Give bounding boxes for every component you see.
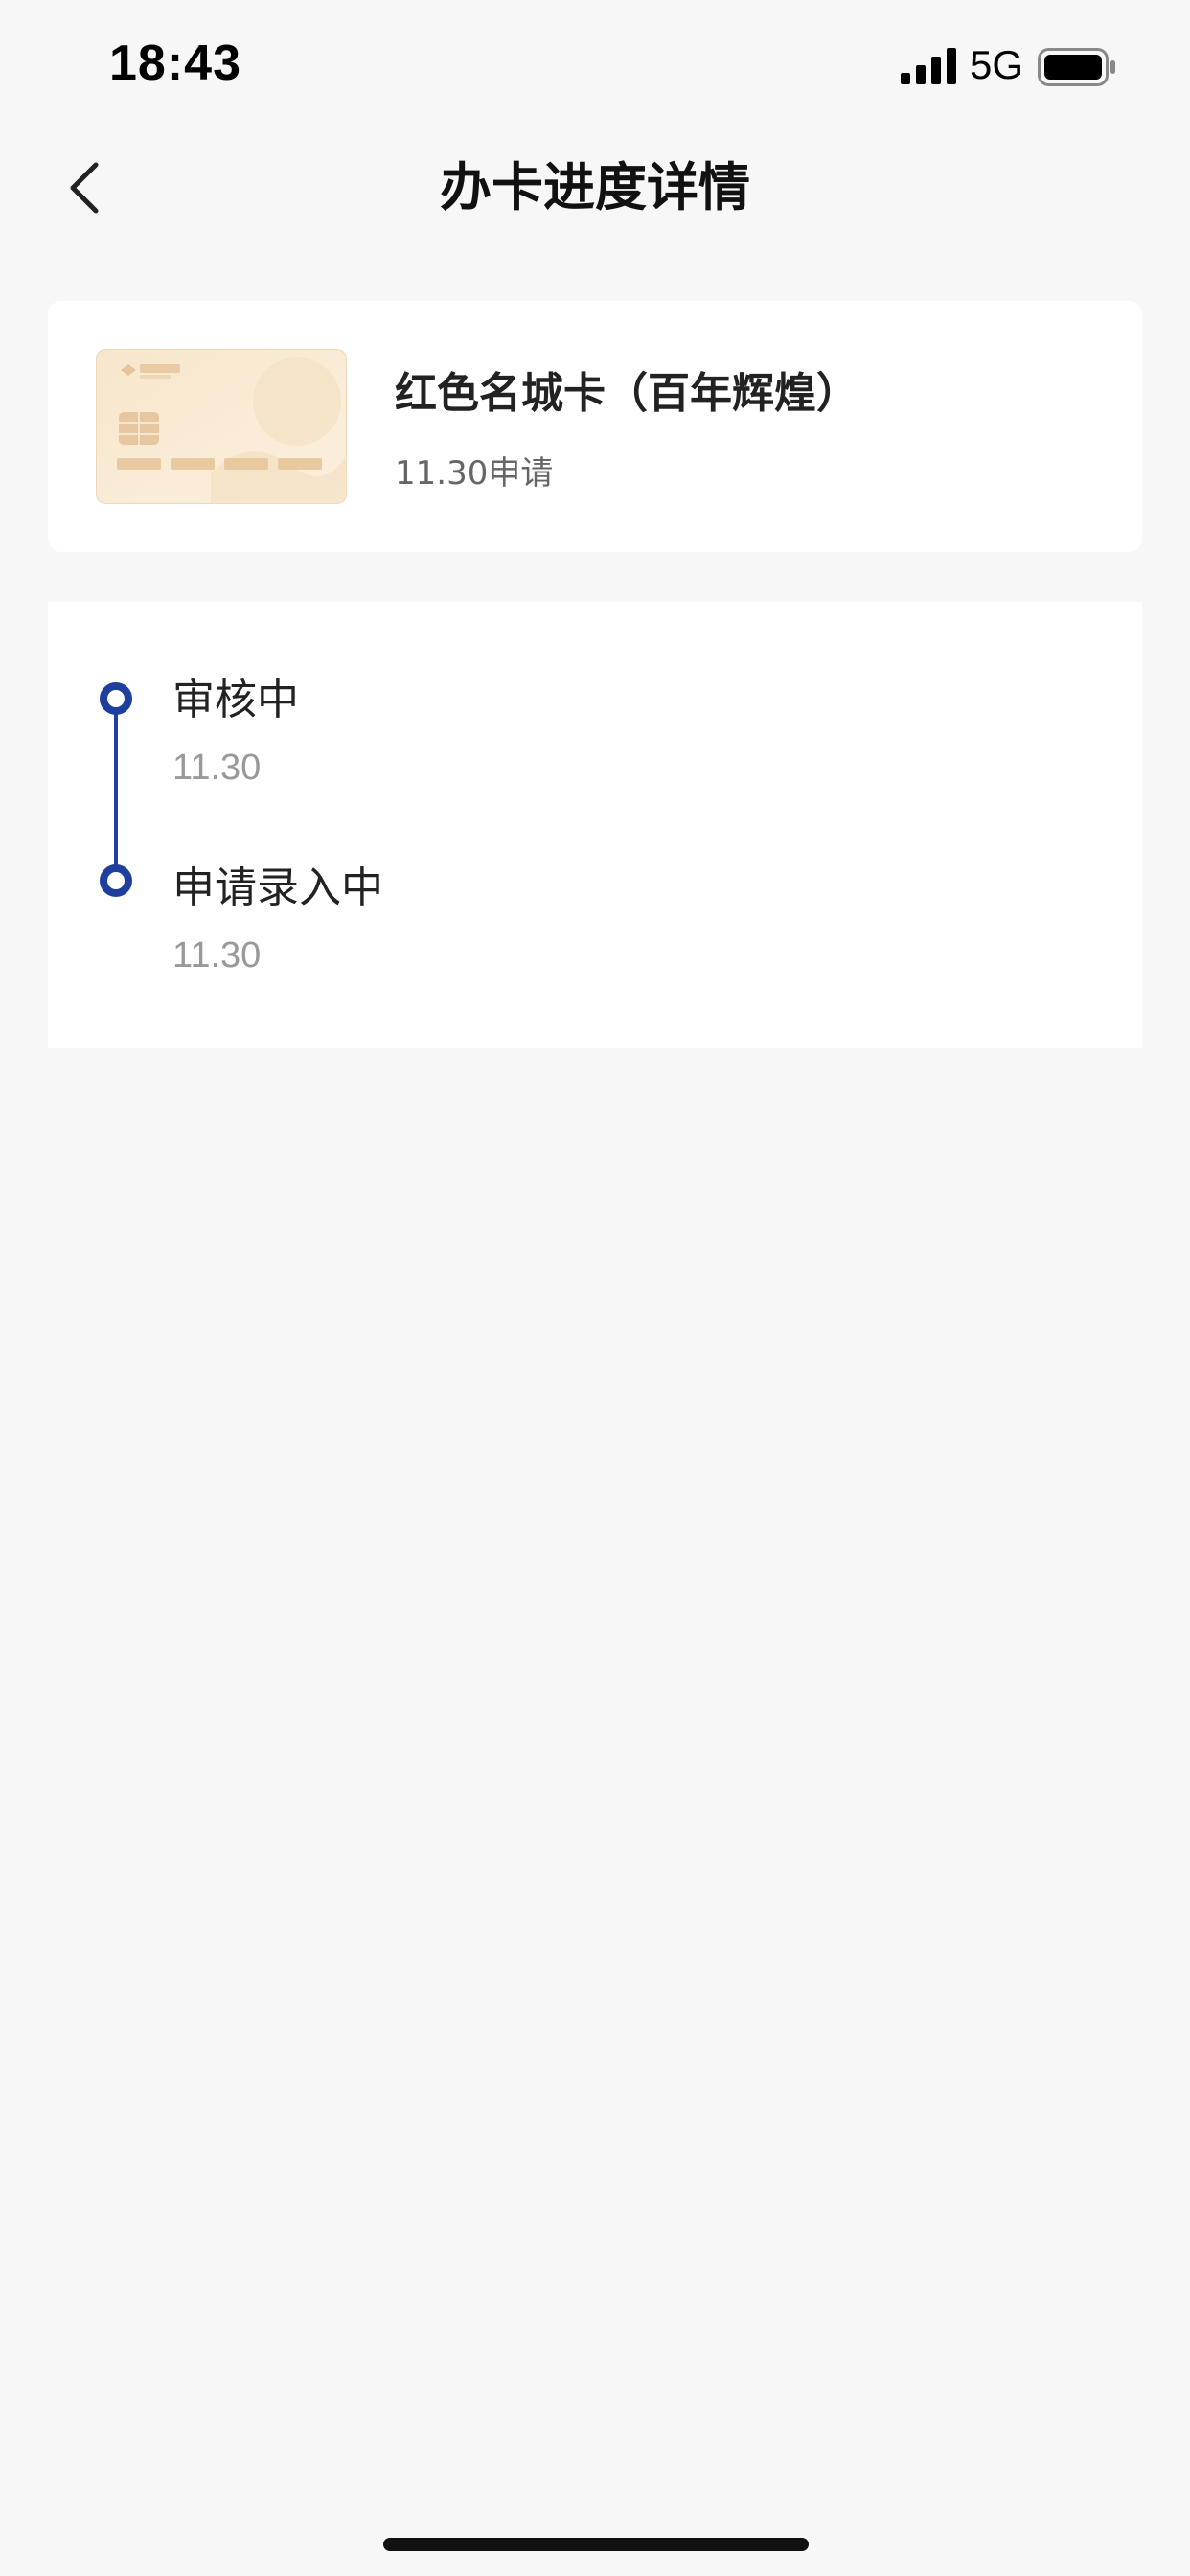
timeline-step-title: 审核中	[172, 676, 299, 724]
back-button[interactable]	[56, 153, 113, 222]
timeline-dot	[100, 682, 132, 715]
timeline-step-date: 11.30	[172, 748, 262, 788]
battery-icon	[1038, 48, 1115, 86]
page-title: 办卡进度详情	[440, 157, 750, 218]
signal-bars-icon	[901, 48, 956, 84]
network-type: 5G	[970, 42, 1024, 87]
chevron-left-icon	[70, 162, 99, 214]
timeline-step-date: 11.30	[172, 935, 262, 976]
timeline-dot	[100, 864, 132, 897]
home-indicator[interactable]	[383, 2538, 809, 2551]
card-info-panel: 红色名城卡（百年辉煌） 11.30申请	[48, 301, 1142, 552]
status-time: 18:43	[109, 35, 241, 91]
status-bar: 18:43 5G	[0, 0, 1190, 134]
card-name: 红色名城卡（百年辉煌）	[395, 369, 858, 418]
timeline-step-title: 申请录入中	[172, 863, 383, 912]
timeline-connector	[114, 700, 118, 880]
card-apply-date: 11.30申请	[395, 454, 554, 493]
progress-timeline: 审核中 11.30 申请录入中 11.30	[48, 602, 1142, 1048]
credit-card-image	[96, 349, 347, 504]
